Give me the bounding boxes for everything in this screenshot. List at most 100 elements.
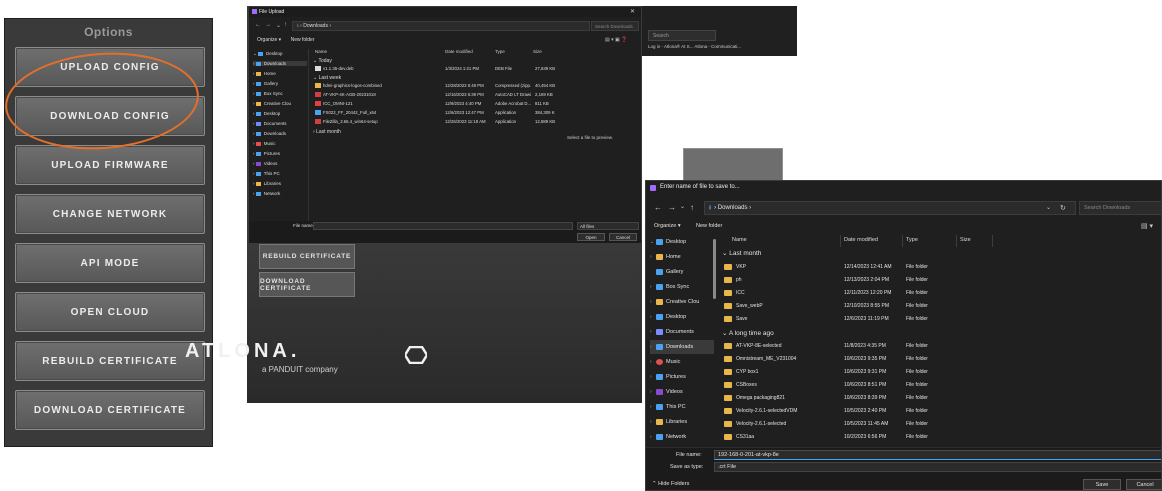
open-button[interactable]: Open: [577, 233, 605, 241]
file-row[interactable]: ICC_OMNI-121 12/9/2023 4:40 PM Adobe Acr…: [311, 101, 611, 108]
nav-item[interactable]: › Downloads: [253, 61, 307, 66]
address-dropdown-icon[interactable]: ⌄: [1046, 204, 1051, 211]
nav-item[interactable]: › Gallery: [253, 81, 278, 86]
file-name-input[interactable]: [313, 222, 573, 230]
nav-item-desktop[interactable]: ⌄ Desktop: [650, 235, 714, 249]
col-date[interactable]: Date modified: [844, 237, 878, 243]
organize-button[interactable]: Organize ▾: [654, 223, 681, 229]
nav-item-desktop-2[interactable]: › Desktop: [650, 310, 714, 324]
group-last-week[interactable]: ⌄ Last week: [313, 75, 341, 81]
folder-row[interactable]: Velocity-2.6.1-selected 10/5/2023 11:45 A…: [720, 418, 1161, 431]
organize-button[interactable]: Organize: [257, 37, 277, 43]
file-type-filter[interactable]: All files: [577, 222, 639, 230]
nav-item[interactable]: › Videos: [253, 161, 277, 166]
nav-item[interactable]: › Box Sync: [253, 91, 283, 96]
column-divider[interactable]: [956, 235, 957, 247]
group-today[interactable]: ⌄ Today: [313, 58, 332, 64]
forward-icon[interactable]: →: [668, 203, 676, 212]
col-size[interactable]: Size: [960, 237, 971, 243]
upload-firmware-button[interactable]: UPLOAD FIRMWARE: [15, 145, 205, 185]
download-certificate-button[interactable]: DOWNLOAD CERTIFICATE: [15, 390, 205, 430]
save-address-bar[interactable]: ⭳ › Downloads ›: [704, 201, 1076, 215]
col-name[interactable]: Name: [732, 237, 747, 243]
col-size[interactable]: Size: [533, 49, 542, 54]
file-row[interactable]: v1.1.35-dev.deb 1/3/2024 1:21 PM DEB Fil…: [311, 66, 611, 73]
browser-bookmarks[interactable]: Log in - Atlona® At S... Atlona - Commun…: [648, 44, 741, 49]
save-button[interactable]: Save: [1083, 479, 1121, 490]
nav-item-creative-cloud[interactable]: › Creative Clou: [650, 295, 714, 309]
view-options-icon[interactable]: ▤ ▾: [1141, 222, 1153, 230]
change-network-button[interactable]: CHANGE NETWORK: [15, 194, 205, 234]
nav-item-music[interactable]: › Music: [650, 355, 714, 369]
col-name[interactable]: Name: [315, 49, 327, 54]
file-row[interactable]: FileZilla_3.66.4_win64-setup 12/26/2023 …: [311, 119, 611, 126]
nav-item-network[interactable]: › Network: [650, 430, 714, 444]
file-row[interactable]: FS022_FF_20442_Full_x64 12/6/2023 12:47 …: [311, 110, 611, 117]
chevron-down-icon[interactable]: ⌄: [276, 22, 281, 29]
nav-item[interactable]: › Libraries: [253, 181, 281, 186]
col-date[interactable]: Date modified: [445, 49, 473, 54]
hide-folders-toggle[interactable]: ⌃ Hide Folders: [652, 481, 689, 487]
browser-search-input[interactable]: Search: [648, 30, 716, 41]
folder-row[interactable]: VKP 12/14/2023 12:41 AM File folder: [720, 261, 1161, 274]
folder-row[interactable]: Save 12/6/2023 11:19 PM File folder: [720, 313, 1161, 326]
nav-item[interactable]: › Downloads: [253, 131, 286, 136]
new-folder-button[interactable]: New folder: [696, 223, 722, 229]
column-divider[interactable]: [992, 235, 993, 247]
folder-row[interactable]: Omega packaging821 10/6/2023 8:39 PM File …: [720, 392, 1161, 405]
refresh-icon[interactable]: ↻: [1060, 204, 1066, 212]
atlona-rebuild-certificate-button[interactable]: REBUILD CERTIFICATE: [259, 244, 355, 269]
chevron-down-icon[interactable]: ⌄: [680, 203, 685, 210]
back-icon[interactable]: ←: [654, 203, 662, 212]
file-name-input[interactable]: 192-168-0-201-at-vkp-8e: [714, 450, 1161, 460]
back-icon[interactable]: ←: [255, 22, 261, 28]
up-icon[interactable]: ↑: [690, 203, 694, 212]
folder-row[interactable]: CSBoxes 10/6/2023 8:51 PM File folder: [720, 379, 1161, 392]
folder-row[interactable]: AT-VKP-8E-selected 11/8/2023 4:35 PM File …: [720, 340, 1161, 353]
upload-config-button[interactable]: UPLOAD CONFIG: [15, 47, 205, 87]
nav-item[interactable]: › Documents: [253, 121, 287, 126]
forward-icon[interactable]: →: [265, 22, 271, 28]
cancel-button[interactable]: Cancel: [609, 233, 637, 241]
close-icon[interactable]: ✕: [630, 8, 635, 15]
file-row[interactable]: hdmi-graphics-logos-combined 12/28/2023 …: [311, 83, 611, 90]
group-last-month[interactable]: › Last month: [313, 129, 341, 135]
upload-search-input[interactable]: Search Downloads: [591, 21, 639, 31]
nav-item-box-sync[interactable]: › Box Sync: [650, 280, 714, 294]
nav-item[interactable]: › Creative Clou: [253, 101, 291, 106]
nav-item-libraries[interactable]: › Libraries: [650, 415, 714, 429]
nav-item-pictures[interactable]: › Pictures: [650, 370, 714, 384]
download-config-button[interactable]: DOWNLOAD CONFIG: [15, 96, 205, 136]
nav-item[interactable]: › This PC: [253, 171, 280, 176]
nav-item[interactable]: ⌄ Desktop: [253, 51, 283, 57]
nav-scrollbar[interactable]: [713, 239, 716, 299]
atlona-download-certificate-button[interactable]: DOWNLOAD CERTIFICATE: [259, 272, 355, 297]
nav-item-home[interactable]: › Home: [650, 250, 714, 264]
cancel-button[interactable]: Cancel: [1126, 479, 1161, 490]
nav-item[interactable]: › Music: [253, 141, 276, 146]
file-row[interactable]: AT-VKP-4K-AGB-20231018 12/16/2023 6:39 P…: [311, 92, 611, 99]
group-last-month[interactable]: ⌄ Last month: [722, 249, 761, 257]
column-divider[interactable]: [840, 235, 841, 247]
nav-item[interactable]: › Network: [253, 191, 280, 196]
up-icon[interactable]: ↑: [284, 22, 287, 28]
save-as-type-select[interactable]: .crt File: [714, 462, 1161, 472]
folder-row[interactable]: Save_webP 12/10/2023 8:55 PM File folder: [720, 300, 1161, 313]
column-divider[interactable]: [902, 235, 903, 247]
folder-row[interactable]: CS31aa 10/2/2023 6:56 PM File folder: [720, 431, 1161, 444]
save-search-input[interactable]: Search Downloads: [1079, 201, 1161, 215]
nav-item-documents[interactable]: › Documents: [650, 325, 714, 339]
folder-row[interactable]: ICC 12/11/2023 12:20 PM File folder: [720, 287, 1161, 300]
group-long-time-ago[interactable]: ⌄ A long time ago: [722, 329, 774, 337]
upload-address-bar[interactable]: ⭳ › Downloads ›: [292, 21, 590, 31]
rebuild-certificate-button[interactable]: REBUILD CERTIFICATE: [15, 341, 205, 381]
folder-row[interactable]: Omnistream_ME_V231004 10/6/2023 9:35 PM Fi…: [720, 353, 1161, 366]
new-folder-button[interactable]: New folder: [291, 37, 315, 43]
open-cloud-button[interactable]: OPEN CLOUD: [15, 292, 205, 332]
folder-row[interactable]: CYP box1 10/6/2023 9:31 PM File folder: [720, 366, 1161, 379]
nav-item[interactable]: › Home: [253, 71, 276, 76]
api-mode-button[interactable]: API MODE: [15, 243, 205, 283]
view-options-icon[interactable]: ▤ ▾ ▣ ❓: [605, 37, 627, 43]
nav-item-downloads[interactable]: › Downloads: [650, 340, 714, 354]
folder-row[interactable]: ph 12/13/2023 2:04 PM File folder: [720, 274, 1161, 287]
